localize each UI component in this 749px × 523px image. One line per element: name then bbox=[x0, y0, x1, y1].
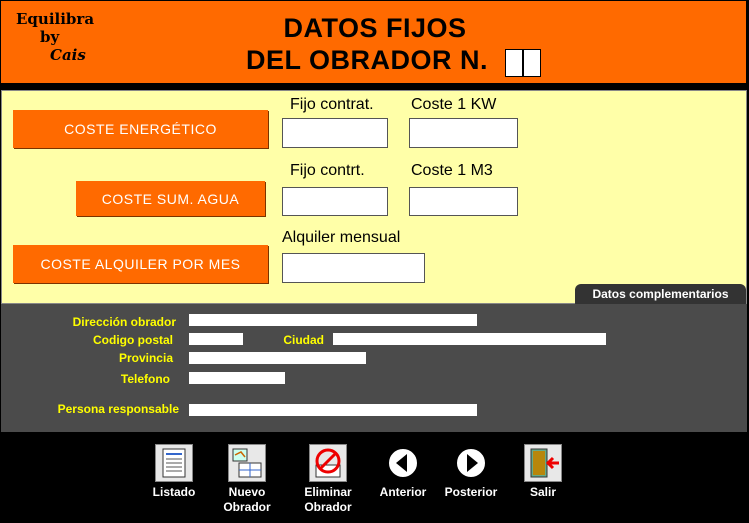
delete-obrador-label-line-2: Obrador bbox=[304, 500, 352, 514]
new-obrador-label: Nuevo Obrador bbox=[217, 485, 277, 515]
energy-fixed-label: Fijo contrat. bbox=[290, 96, 374, 113]
responsible-person-label: Persona responsable bbox=[57, 402, 179, 416]
previous-button-label: Anterior bbox=[379, 485, 427, 499]
new-obrador-label-line-2: Obrador bbox=[223, 500, 271, 514]
brand-logo: Equilibra by Cais bbox=[16, 10, 94, 64]
exit-button[interactable]: Salir bbox=[513, 444, 573, 500]
next-button-label: Posterior bbox=[444, 485, 498, 499]
exit-button-label: Salir bbox=[529, 485, 556, 499]
brand-line-2: by bbox=[40, 28, 60, 46]
energy-fixed-input[interactable] bbox=[282, 118, 388, 148]
city-input[interactable] bbox=[333, 333, 606, 345]
delete-obrador-label-line-1: Eliminar bbox=[304, 485, 352, 499]
phone-label: Telefono bbox=[120, 372, 170, 386]
rent-cost-button[interactable]: COSTE ALQUILER POR MES bbox=[13, 245, 268, 283]
water-fixed-label: Fijo contrt. bbox=[290, 162, 365, 179]
exit-door-icon bbox=[524, 444, 562, 482]
energy-kw-input[interactable] bbox=[409, 118, 518, 148]
page-title-line-2: DEL OBRADOR N. bbox=[246, 45, 489, 75]
list-button[interactable]: Listado bbox=[144, 444, 204, 500]
list-button-label: Listado bbox=[152, 485, 196, 499]
delete-obrador-button[interactable]: Eliminar Obrador bbox=[298, 444, 358, 515]
energy-cost-button[interactable]: COSTE ENERGÉTICO bbox=[13, 110, 268, 148]
tab-datos-complementarios[interactable]: Datos complementarios bbox=[575, 284, 746, 304]
brand-line-3: Cais bbox=[50, 46, 86, 64]
delete-obrador-label: Eliminar Obrador bbox=[298, 485, 358, 515]
city-label: Ciudad bbox=[283, 333, 324, 347]
water-fixed-input[interactable] bbox=[282, 187, 388, 216]
new-record-icon bbox=[228, 444, 266, 482]
postal-code-input[interactable] bbox=[189, 333, 243, 345]
address-input[interactable] bbox=[189, 314, 477, 326]
province-label: Provincia bbox=[118, 351, 173, 365]
postal-code-label: Codigo postal bbox=[93, 333, 173, 347]
page-title-line-1: DATOS FIJOS bbox=[283, 13, 467, 43]
water-m3-input[interactable] bbox=[409, 187, 518, 216]
obrador-number-field[interactable] bbox=[505, 49, 541, 77]
brand-line-1: Equilibra bbox=[16, 10, 95, 28]
phone-input[interactable] bbox=[189, 372, 285, 384]
arrow-left-icon bbox=[384, 444, 422, 482]
energy-kw-label: Coste 1 KW bbox=[411, 96, 497, 113]
delete-record-icon bbox=[309, 444, 347, 482]
new-obrador-button[interactable]: Nuevo Obrador bbox=[217, 444, 277, 515]
water-m3-label: Coste 1 M3 bbox=[411, 162, 493, 179]
water-cost-button[interactable]: COSTE SUM. AGUA bbox=[76, 181, 265, 216]
rent-monthly-input[interactable] bbox=[282, 253, 425, 283]
new-obrador-label-line-1: Nuevo bbox=[228, 485, 266, 499]
next-button[interactable]: Posterior bbox=[441, 444, 501, 500]
address-label: Dirección obrador bbox=[72, 315, 176, 329]
province-input[interactable] bbox=[189, 352, 366, 364]
arrow-right-icon bbox=[452, 444, 490, 482]
page-title: DATOS FIJOS DEL OBRADOR N. bbox=[200, 12, 550, 76]
previous-button[interactable]: Anterior bbox=[373, 444, 433, 500]
list-icon bbox=[155, 444, 193, 482]
responsible-person-input[interactable] bbox=[189, 404, 477, 416]
rent-monthly-label: Alquiler mensual bbox=[282, 229, 401, 246]
